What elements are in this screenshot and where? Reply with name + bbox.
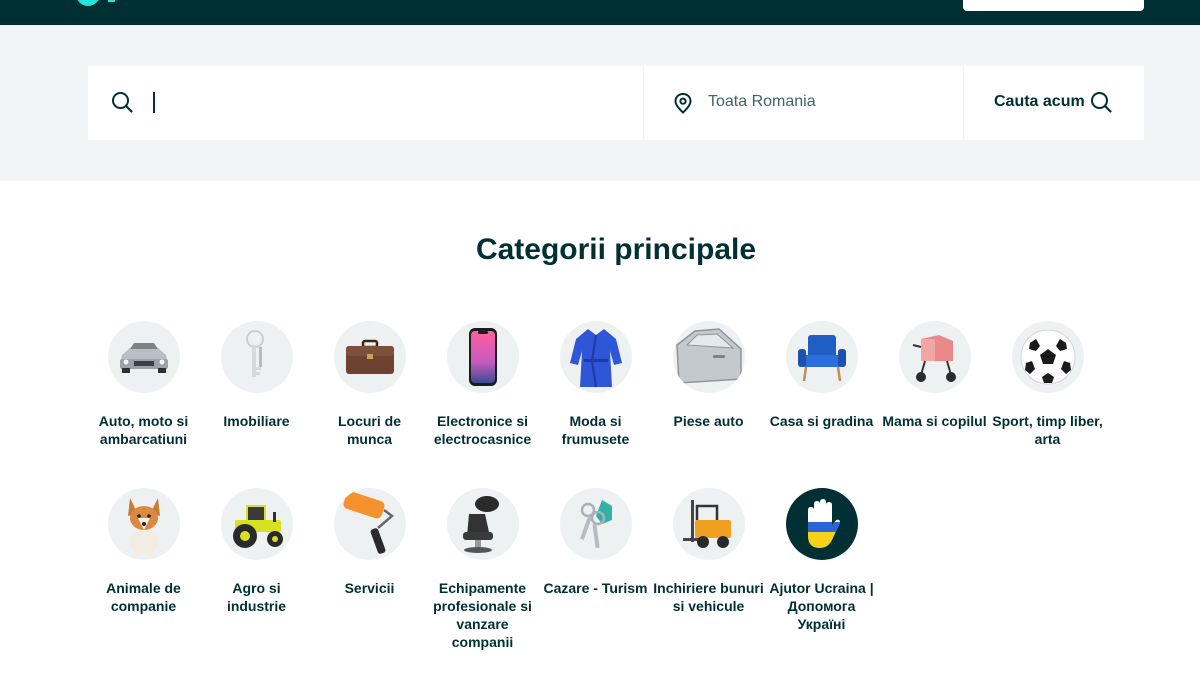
armchair-icon (797, 335, 846, 382)
category-circle (898, 321, 971, 393)
category-circle (333, 488, 406, 560)
category-moda[interactable]: Moda si frumusete (539, 321, 652, 448)
keys-icon (245, 330, 264, 377)
category-circle (107, 488, 180, 560)
car-door-icon (675, 328, 742, 384)
category-label: Ajutor Ucraina | Допомога Україні (769, 580, 874, 632)
search-icon (112, 92, 133, 113)
search-form: Toata Romania Cauta acum (88, 66, 1144, 140)
dog-icon (127, 498, 160, 556)
category-imobiliare[interactable]: Imobiliare (200, 321, 313, 430)
category-inchiriere[interactable]: Inchiriere bunuri si vehicule (652, 488, 765, 615)
category-mama-si-copilul[interactable]: Mama si copilul (878, 321, 991, 430)
location-value: Toata Romania (708, 93, 816, 110)
category-label: Moda si frumusete (561, 413, 630, 447)
category-casa-si-gradina[interactable]: Casa si gradina (765, 321, 878, 430)
category-circle (107, 321, 180, 393)
category-circle (559, 488, 632, 560)
paint-roller-icon (342, 491, 394, 554)
map-pin-icon (674, 92, 692, 114)
top-navigation-bar (0, 0, 1200, 25)
category-locuri-de-munca[interactable]: Locuri de munca (313, 321, 426, 448)
category-label: Inchiriere bunuri si vehicule (653, 580, 764, 614)
category-circle (559, 321, 632, 393)
smartphone-icon (468, 328, 497, 386)
car-icon (119, 343, 168, 373)
soccer-ball-icon (1020, 329, 1075, 385)
olx-logo-icon[interactable] (78, 0, 130, 12)
category-agro[interactable]: Agro si industrie (200, 488, 313, 615)
category-echipamente[interactable]: Echipamente profesionale si vanzare comp… (426, 488, 539, 651)
search-band: Toata Romania Cauta acum (0, 25, 1200, 181)
search-submit-label: Cauta acum (994, 93, 1085, 110)
account-button[interactable] (963, 0, 1144, 11)
location-field[interactable]: Toata Romania (644, 66, 964, 140)
category-label: Cazare - Turism (543, 580, 648, 596)
category-label: Mama si copilul (882, 413, 987, 429)
category-label: Imobiliare (223, 413, 290, 429)
category-circle (785, 488, 858, 560)
category-piese-auto[interactable]: Piese auto (652, 321, 765, 430)
search-submit-button[interactable]: Cauta acum (964, 66, 1144, 140)
category-label: Piese auto (673, 413, 744, 429)
category-label: Sport, timp liber, arta (992, 413, 1103, 447)
category-circle (672, 488, 745, 560)
category-circle (446, 321, 519, 393)
category-ajutor-ucraina[interactable]: Ajutor Ucraina | Допомога Україні (765, 488, 878, 633)
section-title: Categorii principale (475, 233, 757, 266)
ukraine-hand-icon (807, 499, 840, 548)
category-cazare-turism[interactable]: Cazare - Turism (539, 488, 652, 597)
search-input[interactable] (160, 86, 620, 120)
category-label: Casa si gradina (769, 413, 874, 429)
category-circle (785, 321, 858, 393)
category-label: Agro si industrie (226, 580, 287, 614)
briefcase-icon (345, 339, 394, 374)
category-auto[interactable]: Auto, moto si ambarcatiuni (87, 321, 200, 448)
category-label: Animale de companie (106, 580, 181, 614)
category-label: Auto, moto si ambarcatiuni (98, 413, 189, 447)
category-servicii[interactable]: Servicii (313, 488, 426, 597)
category-circle (333, 321, 406, 393)
category-label: Echipamente profesionale si vanzare comp… (433, 580, 532, 650)
category-circle (446, 488, 519, 560)
category-label: Locuri de munca (337, 413, 401, 447)
category-animale[interactable]: Animale de companie (87, 488, 200, 615)
salon-chair-icon (462, 496, 499, 553)
text-cursor (153, 92, 155, 113)
robe-icon (569, 329, 622, 388)
category-circle (672, 321, 745, 393)
stroller-icon (912, 335, 956, 382)
category-circle (220, 321, 293, 393)
category-circle (1011, 321, 1084, 393)
category-electronice[interactable]: Electronice si electrocasnice (426, 321, 539, 448)
forklift-icon (682, 500, 731, 548)
search-icon (1091, 92, 1112, 113)
category-label: Electronice si electrocasnice (433, 413, 532, 447)
tractor-icon (232, 505, 283, 548)
query-field[interactable] (88, 66, 644, 140)
category-label: Servicii (344, 580, 395, 596)
category-circle (220, 488, 293, 560)
category-sport[interactable]: Sport, timp liber, arta (991, 321, 1104, 448)
room-keys-icon (579, 500, 612, 549)
